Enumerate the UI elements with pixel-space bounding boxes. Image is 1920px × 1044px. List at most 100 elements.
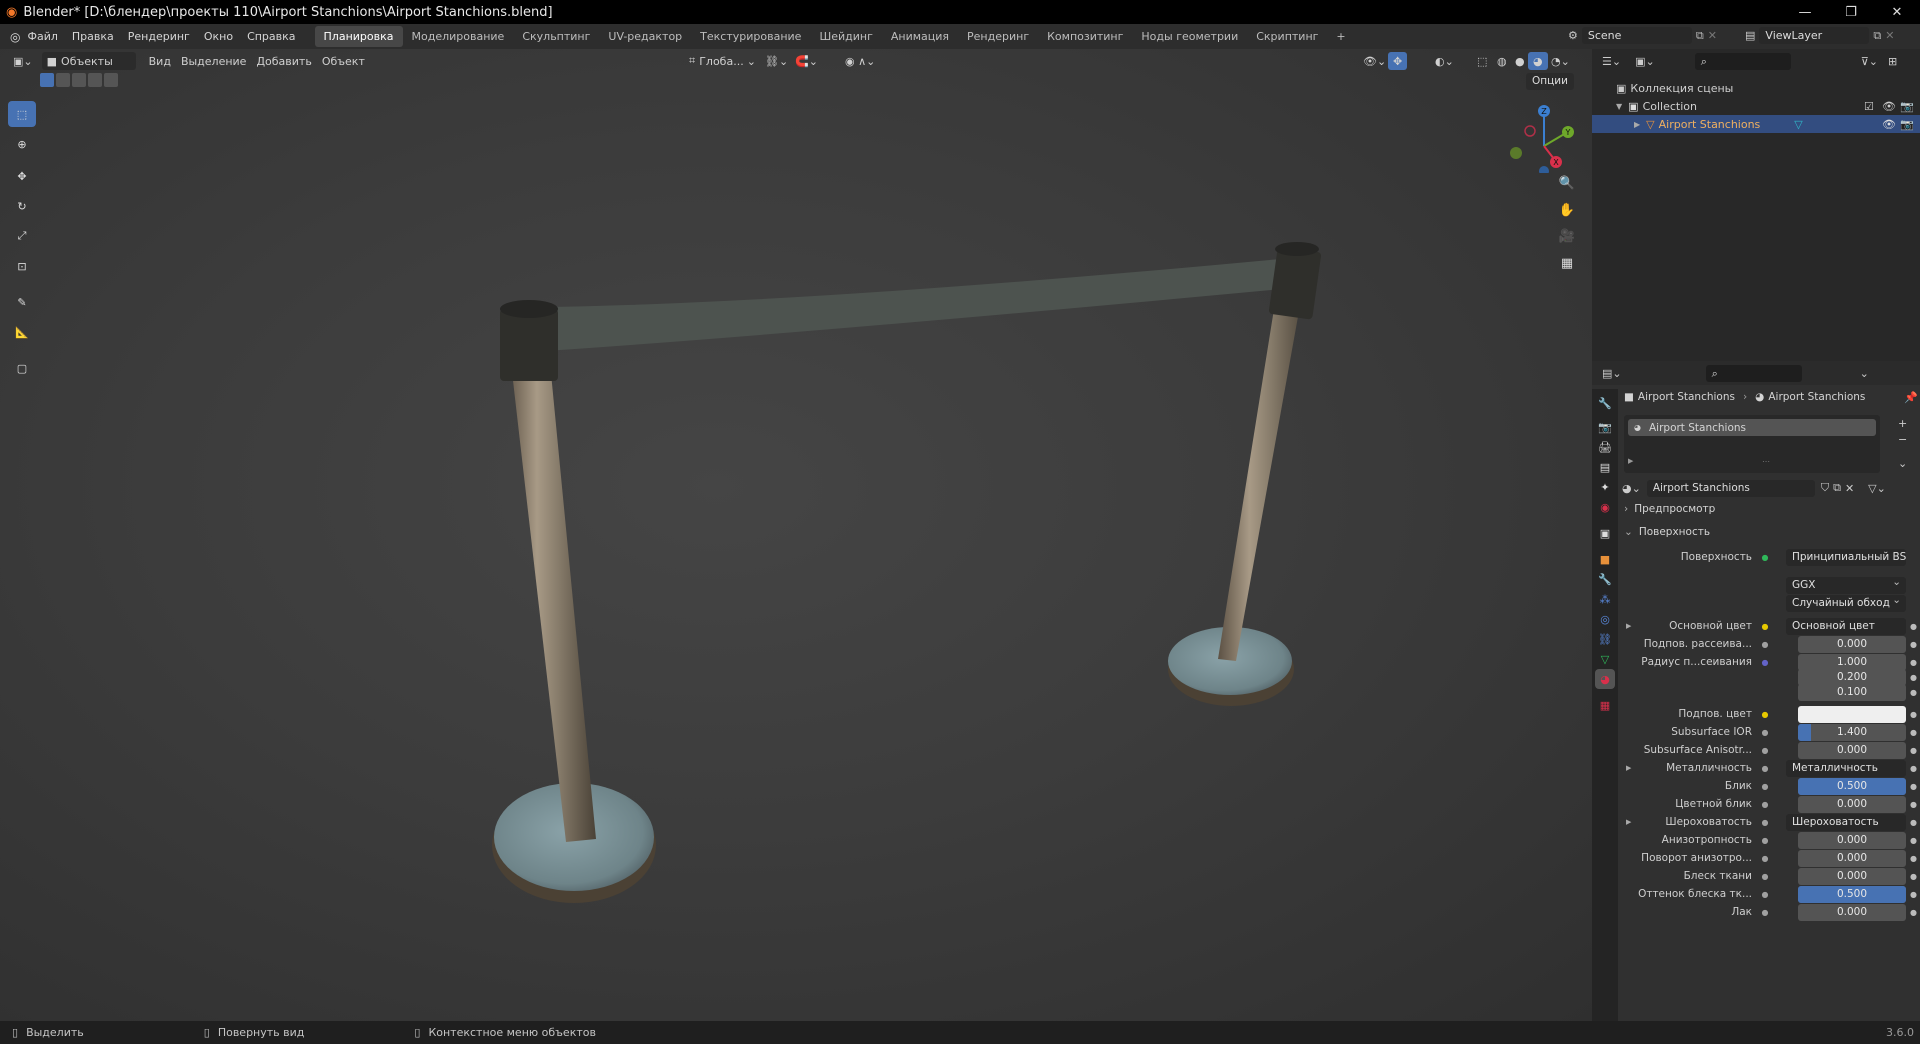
filter-icon[interactable]: ⊽⌄ xyxy=(1861,55,1878,68)
display-mode-icon[interactable]: ▣⌄ xyxy=(1635,55,1655,68)
workspace-tab-6[interactable]: Анимация xyxy=(882,26,958,47)
physics-tab-icon[interactable]: ◎ xyxy=(1595,609,1615,629)
scene-tab-icon[interactable]: ✦ xyxy=(1595,477,1615,497)
editor-type-icon[interactable]: ▣⌄ xyxy=(8,52,38,70)
shader-prop-value[interactable]: 0.000 xyxy=(1798,867,1906,885)
zoom-icon[interactable]: 🔍 xyxy=(1556,172,1578,194)
panel-surface-header[interactable]: ⌄ Поверхность xyxy=(1624,526,1710,538)
socket-icon[interactable]: ● xyxy=(1760,817,1770,827)
viewport-menu-0[interactable]: Вид xyxy=(144,52,176,70)
expand-chevron-icon[interactable]: ▶ xyxy=(1634,120,1640,129)
surface-shader-field[interactable]: Принципиальный BSDF xyxy=(1786,548,1906,566)
viewport-menu-2[interactable]: Добавить xyxy=(251,52,316,70)
add-slot-icon[interactable]: + xyxy=(1898,417,1907,430)
keyframe-dot-icon[interactable]: ● xyxy=(1910,688,1918,697)
socket-icon[interactable]: ● xyxy=(1760,853,1770,863)
select-subtract-icon[interactable] xyxy=(72,73,86,87)
select-intersect-icon[interactable] xyxy=(104,73,118,87)
shader-prop-value[interactable]: 1.400 xyxy=(1798,723,1906,741)
new-scene-icon[interactable]: ⧉ xyxy=(1696,29,1704,43)
gizmo-neg-y-axis[interactable] xyxy=(1510,147,1522,159)
measure-tool-icon[interactable]: 📐 xyxy=(8,319,36,345)
resize-grip-icon[interactable]: ⋯ xyxy=(1762,457,1770,466)
shading-rendered-icon[interactable]: ◔⌄ xyxy=(1546,52,1575,70)
shader-prop-value[interactable]: 0.000 xyxy=(1798,635,1906,653)
object-render-camera-icon[interactable]: 📷 xyxy=(1900,118,1914,131)
shading-material-icon[interactable]: ◕ xyxy=(1528,52,1548,70)
shader-prop-value[interactable]: 0.000 xyxy=(1798,795,1906,813)
menu-item-2[interactable]: Рендеринг xyxy=(121,30,197,43)
new-collection-icon[interactable]: ⊞ xyxy=(1888,55,1897,68)
transform-orientation[interactable]: ⌗ Глоба... ⌄ xyxy=(684,52,761,70)
socket-icon[interactable]: ● xyxy=(1760,799,1770,809)
material-browse-icon[interactable]: ◕⌄ xyxy=(1622,482,1641,495)
keyframe-dot-icon[interactable]: ● xyxy=(1910,836,1918,845)
expand-socket-icon[interactable]: ▶ xyxy=(1626,764,1631,772)
shading-wireframe-icon[interactable]: ◍ xyxy=(1492,52,1512,70)
keyframe-dot-icon[interactable]: ● xyxy=(1910,746,1918,755)
socket-icon[interactable]: ● xyxy=(1760,907,1770,917)
shader-prop-value[interactable]: 0.000 xyxy=(1798,849,1906,867)
expand-socket-icon[interactable]: ▶ xyxy=(1626,622,1631,630)
keyframe-dot-icon[interactable]: ● xyxy=(1910,640,1918,649)
object-visibility-eye-icon[interactable]: 👁 xyxy=(1882,118,1896,131)
render-camera-icon[interactable]: 📷 xyxy=(1900,100,1914,113)
scene-icon[interactable]: ⚙ xyxy=(1568,29,1578,42)
properties-editor-icon[interactable]: ▤⌄ xyxy=(1602,367,1622,380)
gizmo-toggle-icon[interactable]: ✥ xyxy=(1388,52,1408,70)
view-layer-field[interactable]: ViewLayer xyxy=(1759,27,1870,44)
link-mode-icon[interactable]: ▽⌄ xyxy=(1868,482,1886,495)
menu-item-1[interactable]: Правка xyxy=(65,30,121,43)
camera-view-icon[interactable]: 🎥 xyxy=(1556,225,1578,247)
workspace-tab-3[interactable]: UV-редактор xyxy=(599,26,691,47)
mode-selector[interactable]: ■ Объекты xyxy=(41,52,136,70)
duplicate-material-icon[interactable]: ⧉ xyxy=(1833,481,1841,495)
viewport-menu-3[interactable]: Объект xyxy=(317,52,370,70)
tool-tab-icon[interactable]: 🔧 xyxy=(1595,393,1615,413)
exclude-checkbox-icon[interactable]: ☑ xyxy=(1864,100,1874,113)
keyframe-dot-icon[interactable]: ● xyxy=(1910,818,1918,827)
new-view-layer-icon[interactable]: ⧉ xyxy=(1873,29,1881,43)
distribution-dropdown[interactable]: GGX xyxy=(1786,574,1906,594)
material-name-field[interactable]: Airport Stanchions xyxy=(1646,479,1815,497)
render-tab-icon[interactable]: 📷 xyxy=(1595,417,1615,437)
shader-prop-value[interactable]: 0.000 xyxy=(1798,903,1906,921)
select-new-icon[interactable] xyxy=(40,73,54,87)
options-dropdown[interactable]: Опции xyxy=(1526,73,1574,90)
shader-prop-link[interactable]: Металличность xyxy=(1786,759,1906,777)
modifiers-tab-icon[interactable]: 🔧 xyxy=(1595,569,1615,589)
keyframe-dot-icon[interactable]: ● xyxy=(1910,764,1918,773)
outliner-editor-icon[interactable]: ☰⌄ xyxy=(1602,55,1621,68)
constraints-tab-icon[interactable]: ⛓ xyxy=(1595,629,1615,649)
shader-prop-value[interactable]: 0.100 xyxy=(1798,683,1906,701)
workspace-tab-9[interactable]: Ноды геометрии xyxy=(1132,26,1247,47)
minimize-button[interactable]: — xyxy=(1782,0,1828,24)
gizmo-neg-z-axis[interactable] xyxy=(1539,166,1549,173)
shader-prop-value[interactable]: 0.000 xyxy=(1798,741,1906,759)
shader-prop-link[interactable]: Основной цвет xyxy=(1786,617,1906,635)
blender-menu-icon[interactable]: ◎ xyxy=(10,30,20,44)
add-workspace-button[interactable]: + xyxy=(1327,26,1354,47)
menu-item-0[interactable]: Файл xyxy=(20,30,64,43)
workspace-tab-7[interactable]: Рендеринг xyxy=(958,26,1038,47)
close-button[interactable]: ✕ xyxy=(1874,0,1920,24)
perspective-grid-icon[interactable]: ▦ xyxy=(1556,252,1578,274)
collapse-chevron-icon[interactable]: ▼ xyxy=(1616,102,1622,111)
transform-tool-icon[interactable]: ⊡ xyxy=(8,253,36,279)
slot-expand-icon[interactable]: ▶ xyxy=(1628,457,1633,465)
scale-tool-icon[interactable]: ⤢ xyxy=(8,223,36,249)
socket-icon[interactable]: ● xyxy=(1760,709,1770,719)
cursor-tool-icon[interactable]: ⊕ xyxy=(8,131,36,157)
outliner-row-scene-collection[interactable]: ▣ Коллекция сцены xyxy=(1592,79,1920,97)
remove-slot-icon[interactable]: − xyxy=(1898,433,1907,446)
socket-icon[interactable]: ● xyxy=(1760,835,1770,845)
color-swatch[interactable] xyxy=(1798,705,1906,723)
menu-item-3[interactable]: Окно xyxy=(197,30,240,43)
keyframe-dot-icon[interactable]: ● xyxy=(1910,782,1918,791)
socket-icon[interactable]: ● xyxy=(1760,871,1770,881)
gizmo-neg-x-axis[interactable] xyxy=(1524,125,1536,137)
xray-icon[interactable]: ⬚ xyxy=(1472,52,1492,70)
world-tab-icon[interactable]: ◉ xyxy=(1595,497,1615,517)
outliner-row-airport-stanchions[interactable]: ▶ ▽ Airport Stanchions ▽ 👁 📷 xyxy=(1592,115,1920,133)
pin-icon[interactable]: 📌 xyxy=(1904,391,1918,404)
